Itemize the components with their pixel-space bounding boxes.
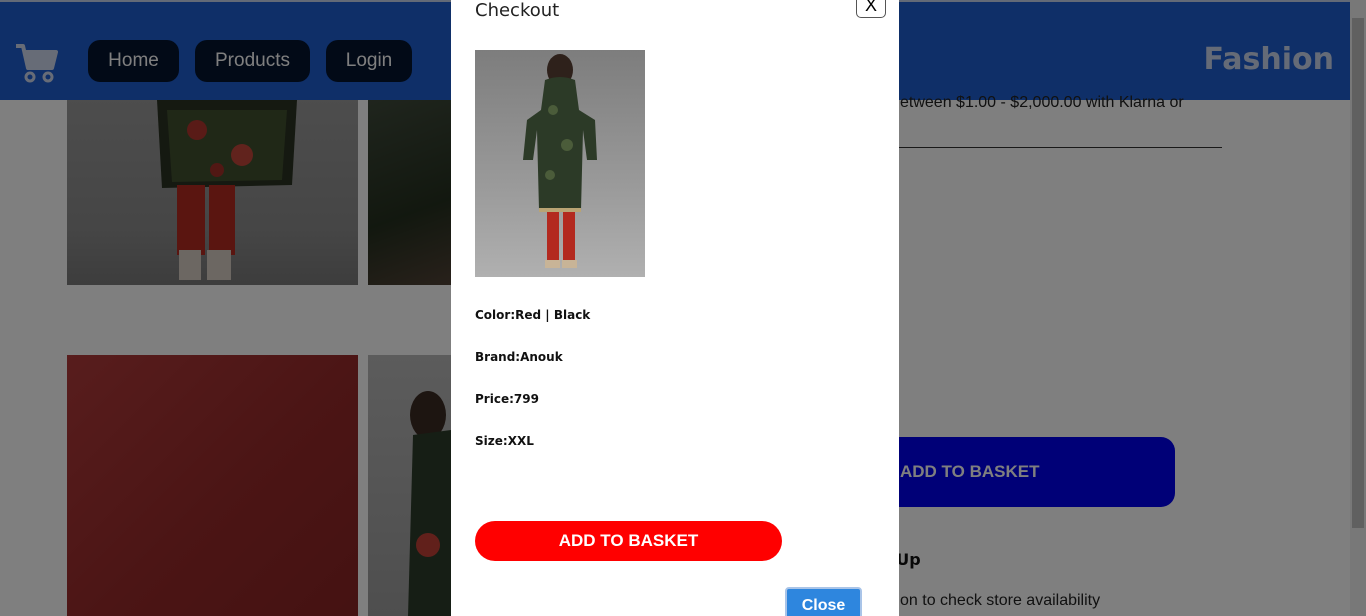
detail-color: Color:Red | Black xyxy=(475,308,591,322)
checkout-modal: Checkout X Color:Red | Black Brand:Anouk… xyxy=(451,0,899,616)
close-button[interactable]: Close xyxy=(785,587,862,616)
detail-brand: Brand:Anouk xyxy=(475,350,563,364)
detail-price: Price:799 xyxy=(475,392,539,406)
modal-title: Checkout xyxy=(475,0,560,21)
add-to-basket-button[interactable]: ADD TO BASKET xyxy=(475,521,782,561)
detail-size: Size:XXL xyxy=(475,434,534,448)
product-image xyxy=(475,50,645,277)
close-icon[interactable]: X xyxy=(856,0,886,18)
